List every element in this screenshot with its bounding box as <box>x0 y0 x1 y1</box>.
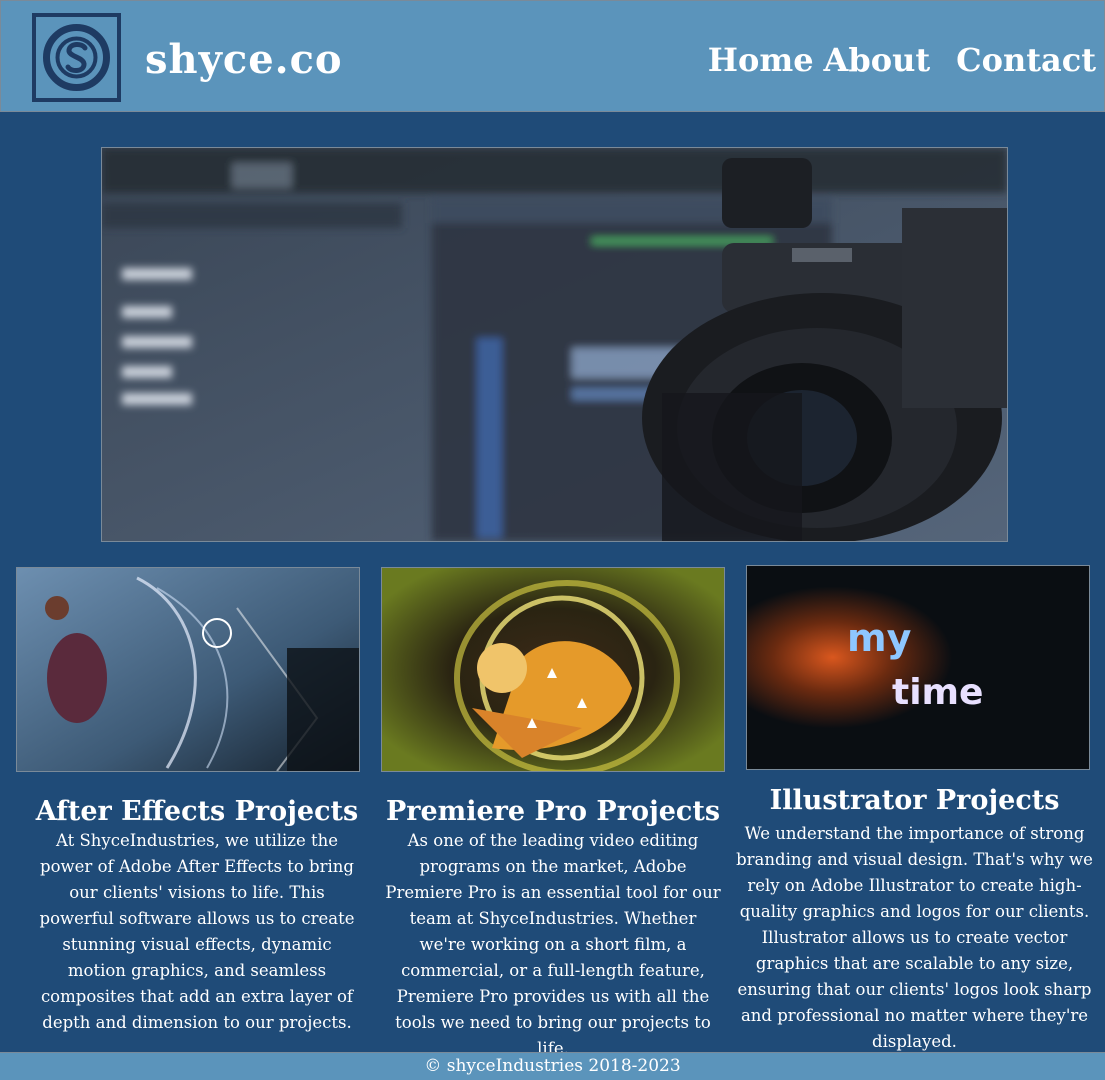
premiere-pro-description: As one of the leading video editing prog… <box>385 831 721 1058</box>
nav-about-link[interactable]: About <box>824 41 931 79</box>
after-effects-title: After Effects Projects <box>35 796 359 827</box>
premiere-pro-thumbnail[interactable] <box>381 567 725 772</box>
premiere-pro-title: Premiere Pro Projects <box>385 796 721 827</box>
site-logo[interactable] <box>32 13 121 102</box>
illustrator-thumbnail-overlay-2: time <box>892 672 983 713</box>
illustrator-project-icon: my time <box>747 566 1089 769</box>
hero-image <box>101 147 1008 542</box>
nav-home-link[interactable]: Home <box>708 41 814 79</box>
after-effects-project-icon <box>17 568 359 771</box>
nav-contact-link[interactable]: Contact <box>956 41 1096 79</box>
illustrator-thumbnail[interactable]: my time <box>746 565 1090 770</box>
copyright-text: © shyceIndustries 2018-2023 <box>424 1056 681 1076</box>
illustrator-title: Illustrator Projects <box>769 785 1060 816</box>
illustrator-thumbnail-overlay-1: my <box>847 616 912 660</box>
main-nav: Home About Contact <box>708 41 1096 79</box>
site-footer: © shyceIndustries 2018-2023 <box>0 1052 1105 1080</box>
premiere-pro-section: Premiere Pro Projects As one of the lead… <box>383 796 723 1062</box>
illustrator-section: Illustrator Projects We understand the i… <box>724 785 1105 1055</box>
after-effects-section: After Effects Projects At ShyceIndustrie… <box>22 796 372 1036</box>
shyce-logo-icon <box>43 24 110 91</box>
premiere-pro-project-icon <box>382 568 724 771</box>
site-header: shyce.co Home About Contact <box>0 0 1105 112</box>
video-editing-camera-icon <box>102 148 1007 541</box>
after-effects-thumbnail[interactable] <box>16 567 360 772</box>
after-effects-description: At ShyceIndustries, we utilize the power… <box>39 831 355 1032</box>
illustrator-description: We understand the importance of strong b… <box>736 824 1093 1051</box>
site-brand[interactable]: shyce.co <box>145 37 343 83</box>
